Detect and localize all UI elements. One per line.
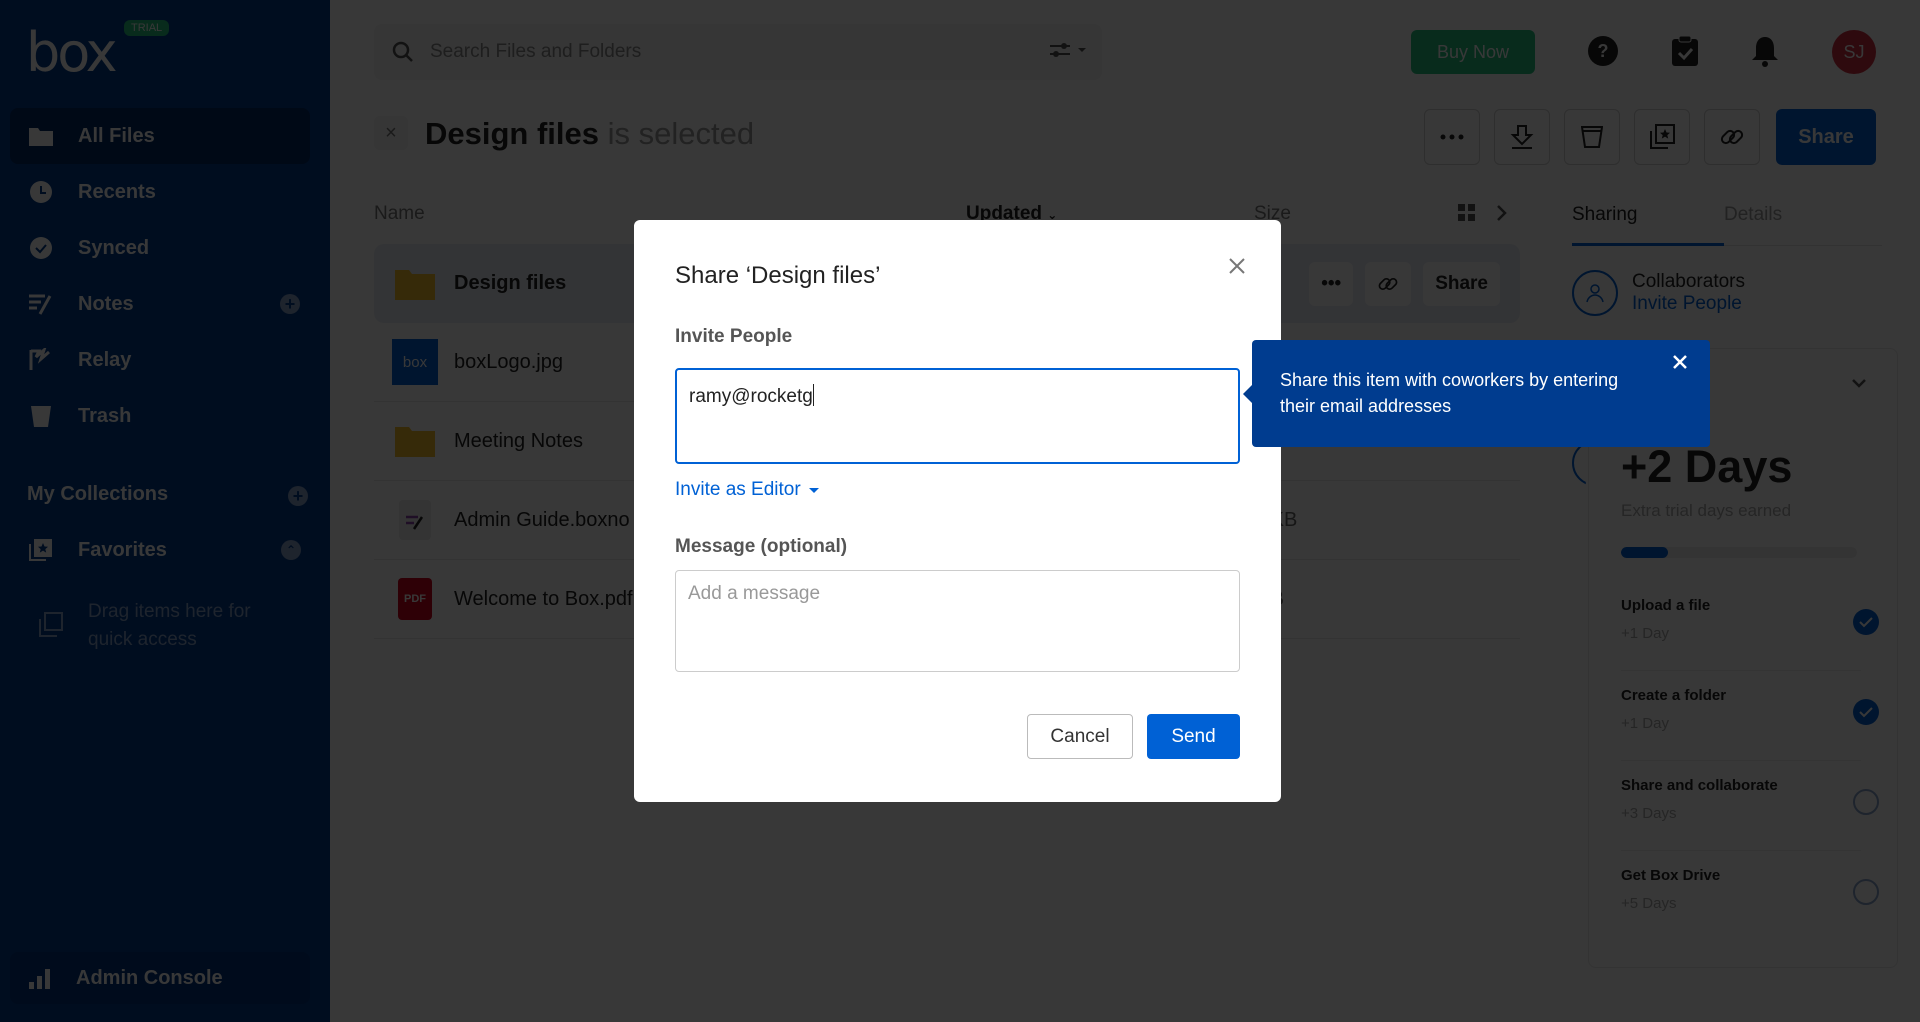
share-tooltip: Share this item with coworkers by enteri… [1243, 340, 1710, 447]
close-icon[interactable] [1225, 254, 1249, 278]
dialog-title: Share ‘Design files’ [675, 262, 881, 289]
tooltip-text: Share this item with coworkers by enteri… [1280, 370, 1619, 416]
message-label: Message (optional) [675, 536, 848, 557]
invite-email-input[interactable]: ramy@rocketg [675, 368, 1240, 464]
message-input[interactable] [675, 570, 1240, 672]
tooltip-close-icon[interactable] [1670, 352, 1690, 372]
text-cursor [812, 384, 814, 406]
caret-down-icon [808, 487, 819, 493]
invite-people-label: Invite People [675, 326, 793, 347]
cancel-button[interactable]: Cancel [1027, 714, 1133, 759]
invite-role-dropdown[interactable]: Invite as Editor [675, 479, 819, 501]
invite-email-value: ramy@rocketg [689, 386, 813, 407]
send-button[interactable]: Send [1147, 714, 1240, 759]
share-dialog: Share ‘Design files’ Invite People ramy@… [634, 220, 1281, 802]
invite-role-label: Invite as Editor [675, 479, 801, 500]
